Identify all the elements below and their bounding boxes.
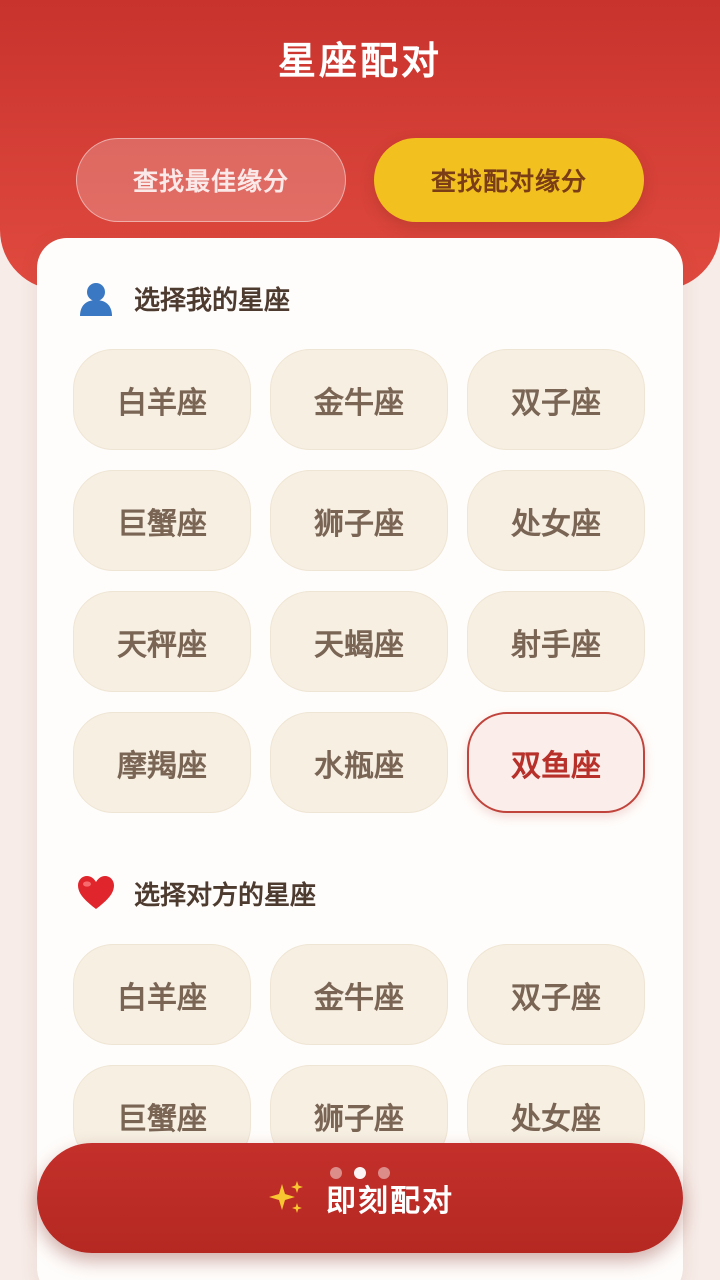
partner-sign-button[interactable]: 白羊座 xyxy=(73,944,251,1045)
sparkles-icon xyxy=(269,1181,303,1213)
tab-find-best-match[interactable]: 查找最佳缘分 xyxy=(76,138,346,222)
tab-find-pair-match[interactable]: 查找配对缘分 xyxy=(374,138,644,222)
my-sign-section-title: 选择我的星座 xyxy=(76,278,290,318)
partner-sign-button[interactable]: 双子座 xyxy=(467,944,645,1045)
partner-sign-button[interactable]: 金牛座 xyxy=(270,944,448,1045)
section-title-text: 选择我的星座 xyxy=(134,285,291,316)
my-sign-button[interactable]: 双子座 xyxy=(467,349,645,450)
page-indicator xyxy=(330,1167,390,1179)
my-sign-button[interactable]: 金牛座 xyxy=(270,349,448,450)
my-sign-button[interactable]: 白羊座 xyxy=(73,349,251,450)
match-now-button[interactable]: 即刻配对 xyxy=(37,1143,683,1253)
my-sign-button[interactable]: 处女座 xyxy=(467,470,645,571)
my-sign-button[interactable]: 天秤座 xyxy=(73,591,251,692)
partner-sign-grid: 白羊座 金牛座 双子座 巨蟹座 狮子座 处女座 xyxy=(73,944,648,1166)
heart-icon xyxy=(78,876,114,909)
partner-sign-section-title: 选择对方的星座 xyxy=(76,873,316,913)
section-title-text: 选择对方的星座 xyxy=(134,880,317,911)
my-sign-button[interactable]: 巨蟹座 xyxy=(73,470,251,571)
my-sign-button[interactable]: 摩羯座 xyxy=(73,712,251,813)
match-now-label: 即刻配对 xyxy=(326,1184,454,1219)
page-dot-active xyxy=(354,1167,366,1179)
my-sign-button-selected[interactable]: 双鱼座 xyxy=(467,712,645,813)
my-sign-grid: 白羊座 金牛座 双子座 巨蟹座 狮子座 处女座 天秤座 天蝎座 射手座 摩羯座 … xyxy=(73,349,648,813)
my-sign-button[interactable]: 天蝎座 xyxy=(270,591,448,692)
page-title: 星座配对 xyxy=(277,39,442,83)
my-sign-button[interactable]: 水瓶座 xyxy=(270,712,448,813)
page-dot xyxy=(330,1167,342,1179)
person-icon xyxy=(80,283,112,316)
my-sign-button[interactable]: 狮子座 xyxy=(270,470,448,571)
page-dot xyxy=(378,1167,390,1179)
my-sign-button[interactable]: 射手座 xyxy=(467,591,645,692)
